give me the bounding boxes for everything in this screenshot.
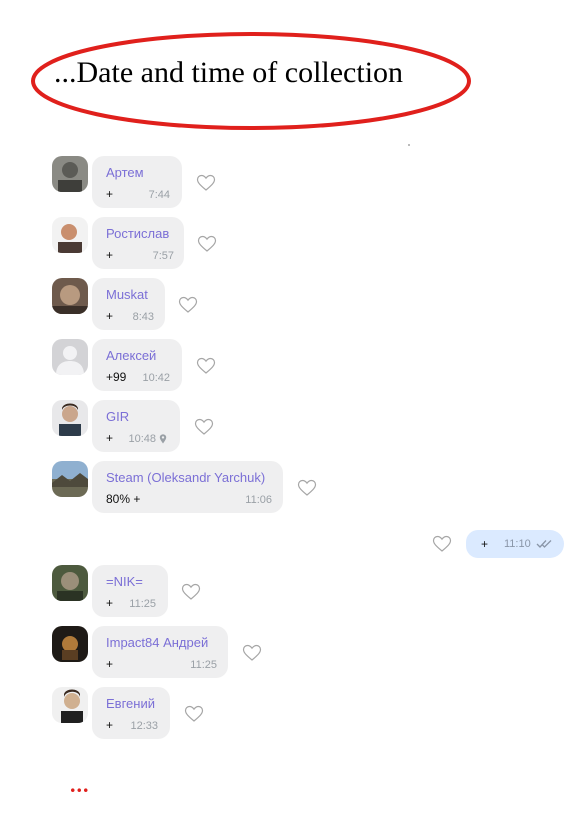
heart-icon[interactable] [196, 174, 216, 192]
sender-name[interactable]: Steam (Oleksandr Yarchuk) [106, 470, 269, 486]
red-ellipsis-annotation: ... [70, 772, 90, 797]
message-bubble[interactable]: =NIK= +11:25 [92, 565, 168, 617]
message-bubble[interactable]: GIR +10:48 [92, 400, 180, 452]
heart-icon[interactable] [297, 479, 317, 497]
avatar-photo-icon[interactable] [52, 626, 88, 662]
annotation-title: ...Date and time of collection [30, 30, 472, 132]
message-time: 11:10 [504, 538, 531, 550]
sender-name[interactable]: Impact84 Андрей [106, 635, 214, 651]
message-text: + [106, 596, 114, 610]
message-text: + [106, 657, 114, 671]
sender-name[interactable]: Алексей [106, 348, 168, 364]
message-bubble[interactable]: Алексей +99 10:42 [92, 339, 182, 391]
heart-icon[interactable] [184, 705, 204, 723]
avatar-photo-icon[interactable] [52, 217, 88, 253]
outgoing-message-bubble[interactable]: + 11:10 [466, 530, 564, 558]
avatar-photo-icon[interactable] [52, 565, 88, 601]
avatar-photo-icon[interactable] [52, 687, 88, 723]
message-time: 11:25 [129, 598, 156, 610]
sender-name[interactable]: Ростислав [106, 226, 170, 242]
avatar-photo-icon[interactable] [52, 278, 88, 314]
annotation-title-text: ...Date and time of collection [54, 56, 404, 89]
message-text: 80% + [106, 492, 141, 506]
message-text: + [106, 718, 114, 732]
message-bubble[interactable]: Muskat +8:43 [92, 278, 165, 330]
message-text: + [106, 248, 114, 262]
heart-icon[interactable] [194, 418, 214, 436]
heart-icon[interactable] [197, 235, 217, 253]
message-bubble[interactable]: Ростислав +7:57 [92, 217, 184, 269]
avatar-photo-icon[interactable] [52, 461, 88, 497]
sender-name[interactable]: Muskat [106, 287, 151, 303]
message-text: + [106, 187, 114, 201]
message-text: + [106, 431, 114, 445]
message-time: 7:44 [148, 189, 170, 201]
message-time: 10:48 [128, 433, 156, 445]
message-bubble[interactable]: Steam (Oleksandr Yarchuk) 80% + 11:06 [92, 461, 283, 513]
message-bubble[interactable]: Impact84 Андрей +11:25 [92, 626, 228, 678]
message-bubble[interactable]: Евгений +12:33 [92, 687, 170, 739]
sender-name[interactable]: Артем [106, 165, 168, 181]
message-time: 12:33 [130, 720, 158, 732]
sender-name[interactable]: Евгений [106, 696, 156, 712]
message-time: 7:57 [152, 250, 174, 262]
message-time: 11:06 [245, 494, 272, 506]
heart-icon[interactable] [178, 296, 198, 314]
avatar-photo-icon[interactable] [52, 156, 88, 192]
heart-icon[interactable] [242, 644, 262, 662]
message-time: 8:43 [132, 311, 154, 323]
sender-name[interactable]: GIR [106, 409, 166, 425]
heart-icon[interactable] [181, 583, 201, 601]
message-time: 11:25 [190, 659, 217, 671]
heart-icon[interactable] [432, 535, 452, 553]
sender-name[interactable]: =NIK= [106, 574, 154, 590]
default-user-icon[interactable] [52, 339, 88, 375]
location-pin-icon [159, 434, 167, 444]
heart-icon[interactable] [196, 357, 216, 375]
double-check-icon [536, 540, 552, 548]
message-text: + [106, 309, 114, 323]
message-text: +99 [106, 370, 127, 384]
message-text: + [481, 537, 489, 551]
message-time: 10:42 [142, 372, 170, 384]
avatar-photo-icon[interactable] [52, 400, 88, 436]
message-bubble[interactable]: Артем +7:44 [92, 156, 182, 208]
